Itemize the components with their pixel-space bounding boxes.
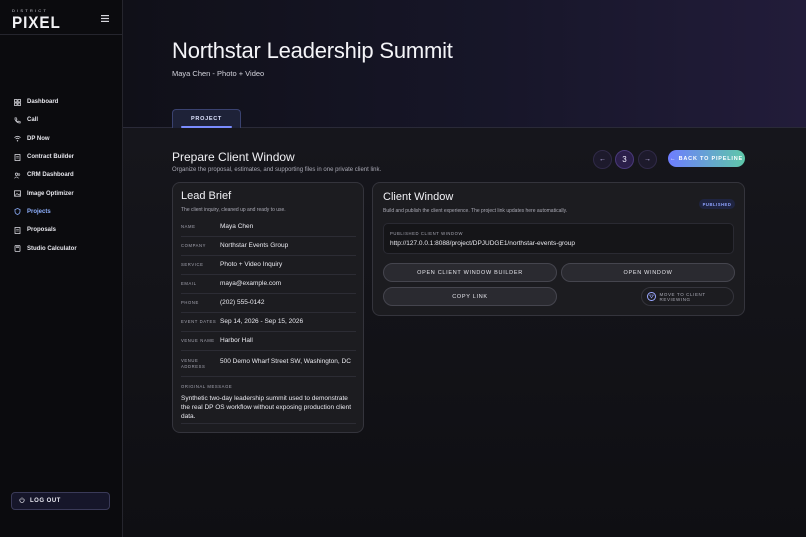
- lead-brief-title: Lead Brief: [181, 190, 232, 202]
- sidebar-item-contract-builder[interactable]: Contract Builder: [14, 148, 77, 166]
- back-to-pipeline-button[interactable]: ← BACK TO PIPELINE: [668, 150, 745, 167]
- section-title: Prepare Client Window: [172, 150, 295, 164]
- lead-row-key: EMAIL: [181, 281, 197, 286]
- arrow-right-icon: →: [644, 156, 651, 163]
- client-window-card: Client Window Build and publish the clie…: [372, 182, 745, 316]
- original-message-text: Synthetic two-day leadership summit used…: [181, 395, 352, 420]
- previous-step-button[interactable]: ←: [593, 150, 612, 169]
- page-subtitle: Maya Chen - Photo + Video: [172, 69, 265, 78]
- tab-project[interactable]: PROJECT: [172, 109, 241, 128]
- image-icon: [14, 190, 21, 197]
- step-number: 3: [615, 150, 634, 169]
- move-label: MOVE TO CLIENT REVIEWING: [659, 291, 706, 302]
- users-icon: [14, 172, 21, 179]
- lead-row-key: PHONE: [181, 300, 199, 305]
- logout-button[interactable]: LOG OUT: [11, 492, 110, 510]
- section-subtitle: Organize the proposal, estimates, and su…: [172, 167, 382, 173]
- open-window-button[interactable]: OPEN WINDOW: [561, 263, 735, 282]
- filter-icon: [647, 292, 656, 301]
- sidebar-item-dp-now[interactable]: DP Now: [14, 130, 77, 148]
- lead-row-value: Northstar Events Group: [220, 242, 289, 249]
- lead-row-value: Photo + Video Inquiry: [220, 261, 283, 268]
- arrow-left-icon: ←: [599, 156, 606, 163]
- dashboard-icon: [14, 98, 21, 106]
- divider: [181, 423, 356, 424]
- sidebar-divider: [0, 34, 122, 35]
- document-icon: [14, 153, 21, 161]
- lead-row-value: 500 Demo Wharf Street SW, Washington, DC: [220, 358, 351, 365]
- client-window-subtitle: Build and publish the client experience.…: [383, 208, 568, 214]
- sidebar-item-label: Proposals: [27, 227, 57, 234]
- calculator-icon: [14, 245, 21, 252]
- lead-row-email: EMAIL maya@example.com: [181, 274, 356, 294]
- lead-brief-card: Lead Brief The client inquiry, cleaned u…: [172, 182, 364, 433]
- move-to-client-reviewing-button[interactable]: MOVE TO CLIENT REVIEWING: [641, 287, 734, 306]
- published-url-label: PUBLISHED CLIENT WINDOW: [390, 231, 464, 236]
- wifi-icon: [14, 135, 21, 142]
- lead-row-value: (202) 555-0142: [220, 299, 265, 306]
- sidebar-item-label: Contract Builder: [27, 154, 75, 161]
- sidebar-item-label: Call: [27, 117, 39, 124]
- lead-row-company: COMPANY Northstar Events Group: [181, 236, 356, 256]
- logout-label: LOG OUT: [30, 498, 61, 504]
- brand-logo[interactable]: DISTRICT PIXEL: [12, 8, 66, 31]
- open-client-window-builder-button[interactable]: OPEN CLIENT WINDOW BUILDER: [383, 263, 557, 282]
- lead-row-key: SERVICE: [181, 262, 204, 267]
- sidebar-item-label: Studio Calculator: [27, 245, 77, 252]
- lead-row-key: VENUE NAME: [181, 338, 215, 343]
- lead-row-key: VENUE ADDRESS: [181, 358, 206, 369]
- client-window-title: Client Window: [383, 191, 454, 203]
- lead-row-key: COMPANY: [181, 243, 207, 248]
- lead-row-key: EVENT DATES: [181, 319, 217, 324]
- sidebar-item-call[interactable]: Call: [14, 111, 77, 129]
- lead-row-key: NAME: [181, 224, 196, 229]
- sidebar-item-projects[interactable]: Projects: [14, 203, 77, 221]
- sidebar-item-dashboard[interactable]: Dashboard: [14, 93, 77, 111]
- lead-brief-subtitle: The client inquiry, cleaned up and ready…: [181, 207, 286, 213]
- lead-row-venue-name: VENUE NAME Harbor Hall: [181, 331, 356, 351]
- lead-row-value: Sep 14, 2026 - Sep 15, 2026: [220, 318, 304, 325]
- sidebar-item-crm-dashboard[interactable]: CRM Dashboard: [14, 166, 77, 184]
- sidebar-item-studio-calculator[interactable]: Studio Calculator: [14, 239, 77, 257]
- lead-row-name: NAME Maya Chen: [181, 217, 356, 237]
- brand-big: PIXEL: [12, 13, 61, 32]
- next-step-button[interactable]: →: [638, 150, 657, 169]
- sidebar-item-label: Dashboard: [27, 99, 59, 106]
- sidebar-item-label: DP Now: [27, 135, 50, 142]
- sidebar-item-label: Projects: [27, 208, 51, 215]
- lead-row-venue-address: VENUE ADDRESS 500 Demo Wharf Street SW, …: [181, 350, 356, 377]
- lead-row-value: Harbor Hall: [220, 337, 253, 344]
- shield-icon: [14, 208, 21, 216]
- sidebar-item-label: CRM Dashboard: [27, 172, 74, 179]
- sidebar: DISTRICT PIXEL Dashboard Call DP Now Con…: [0, 0, 123, 537]
- copy-link-button[interactable]: COPY LINK: [383, 287, 557, 306]
- lead-row-phone: PHONE (202) 555-0142: [181, 293, 356, 313]
- sidebar-item-label: Image Optimizer: [27, 190, 74, 197]
- lead-row-event-dates: EVENT DATES Sep 14, 2026 - Sep 15, 2026: [181, 312, 356, 332]
- sidebar-item-proposals[interactable]: Proposals: [14, 221, 77, 239]
- hamburger-menu-icon[interactable]: [98, 12, 112, 26]
- original-message-label: ORIGINAL MESSAGE: [181, 384, 233, 389]
- phone-icon: [14, 117, 21, 124]
- page-title: Northstar Leadership Summit: [172, 38, 453, 63]
- published-url-box: PUBLISHED CLIENT WINDOW http://127.0.0.1…: [383, 223, 734, 254]
- document-icon: [14, 226, 21, 234]
- power-icon: [19, 497, 25, 505]
- lead-row-value[interactable]: maya@example.com: [220, 280, 281, 287]
- lead-row-value: Maya Chen: [220, 223, 254, 230]
- published-url-value[interactable]: http://127.0.0.1:8088/project/DPJUDGE1/n…: [390, 240, 575, 247]
- status-badge: PUBLISHED: [699, 199, 735, 209]
- lead-row-service: SERVICE Photo + Video Inquiry: [181, 255, 356, 275]
- sidebar-nav: Dashboard Call DP Now Contract Builder C…: [14, 93, 77, 258]
- sidebar-item-image-optimizer[interactable]: Image Optimizer: [14, 184, 77, 202]
